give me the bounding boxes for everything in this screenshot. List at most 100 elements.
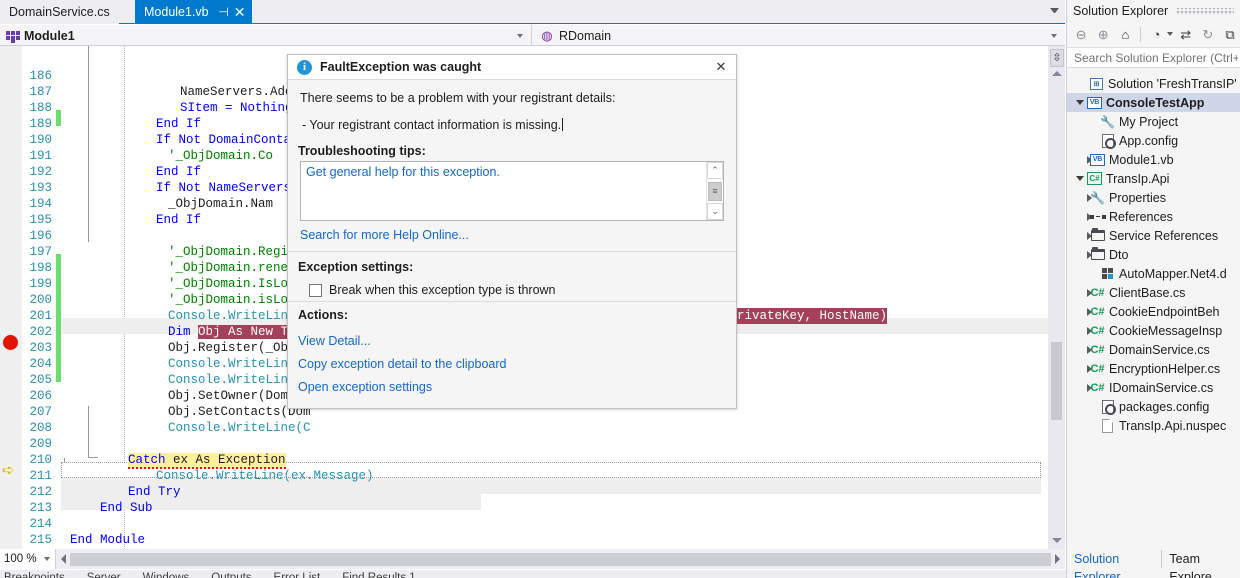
module-icon [6,29,20,43]
tree-item-cookieendpointbehavior-cs[interactable]: C# CookieEndpointBeh [1067,302,1240,321]
status-bar: Breakpoints Server Windows Outputs Error… [0,570,1240,578]
tree-item-domainservice-cs[interactable]: C# DomainService.cs [1067,340,1240,359]
scrollbar-thumb[interactable] [1051,342,1062,420]
sync-views-button[interactable]: ⇄ [1176,24,1196,45]
actions-section: Actions: View Detail... Copy exception d… [288,302,736,404]
chevron-up-icon[interactable]: ⌃ [707,162,723,179]
chevron-down-icon[interactable] [1073,100,1086,105]
tree-item-label: AutoMapper.Net4.d [1119,266,1227,281]
tab-module1-vb[interactable]: Module1.vb ⊣ ✕ [135,0,252,24]
tree-item-transip-api-nuspec[interactable]: TransIp.Api.nuspec [1067,416,1240,435]
tree-item-label: ClientBase.cs [1109,285,1186,300]
tree-item-transip-api[interactable]: C# TransIp.Api [1067,169,1240,188]
tip-link-general-help[interactable]: Get general help for this exception. [306,165,500,179]
tree-item-label: Dto [1109,247,1129,262]
exception-settings-heading: Exception settings: [298,260,414,274]
tree-item-label: App.config [1119,133,1179,148]
tab-solution-explorer[interactable]: Solution Explorer [1067,550,1163,578]
tree-item-packages-config[interactable]: packages.config [1067,397,1240,416]
editor-horizontal-scroll-row[interactable]: 100 % [0,549,1065,569]
tree-item-encryptionhelper-cs[interactable]: C# EncryptionHelper.cs [1067,359,1240,378]
code-line: 214 End Module [0,500,1065,547]
solution-tree[interactable]: ⊞ Solution 'FreshTransIP' (2 p VB Consol… [1067,71,1240,548]
status-item[interactable]: Find Results 1 [342,570,416,578]
info-icon: i [297,59,312,75]
code-line: 209 Catch ex As Exception [0,420,1065,469]
config-file-icon [1099,399,1116,415]
status-item[interactable]: Windows [143,570,190,578]
close-icon[interactable]: ✕ [233,5,247,19]
tree-item-dto[interactable]: Dto [1067,245,1240,264]
csharp-file-icon: C# [1090,362,1105,375]
close-icon[interactable]: ✕ [712,58,730,76]
pin-icon[interactable]: ⊣ [217,6,231,18]
tree-item-module1-vb[interactable]: VB Module1.vb [1067,150,1240,169]
scroll-thumb-grip[interactable]: ≡ [708,181,722,201]
text-caret [562,118,564,131]
tree-item-clientbase-cs[interactable]: C# ClientBase.cs [1067,283,1240,302]
open-exception-settings-link[interactable]: Open exception settings [298,380,724,394]
exception-helper-dialog: i FaultException was caught ✕ There seem… [287,54,737,409]
tree-item-consoletestapp[interactable]: VB ConsoleTestApp [1067,93,1240,112]
sync-with-active-document-button[interactable]: ◔ [1146,24,1166,45]
break-when-thrown-label: Break when this exception type is thrown [329,283,556,297]
horizontal-scrollbar-track[interactable] [70,552,1051,566]
csharp-file-icon: C# [1090,381,1105,394]
chevron-down-icon[interactable] [1051,34,1057,38]
chevron-down-icon[interactable]: ⌄ [707,203,723,220]
tab-team-explorer[interactable]: Team Explore [1162,550,1240,578]
tree-item-properties[interactable]: 🔧 Properties [1067,188,1240,207]
chevron-down-icon[interactable] [1166,32,1173,36]
refresh-button[interactable]: ↻ [1198,24,1218,45]
scroll-right-arrow[interactable] [1055,554,1060,564]
tree-item-automapper[interactable]: AutoMapper.Net4.d [1067,264,1240,283]
chevron-down-icon[interactable] [517,34,523,38]
chevron-down-icon[interactable] [1050,8,1059,17]
dialog-title-bar: i FaultException was caught ✕ [288,55,736,80]
tree-item-app-config[interactable]: App.config [1067,131,1240,150]
solution-explorer-search[interactable] [1067,47,1240,68]
status-item[interactable]: Server [87,570,121,578]
zoom-level-combo[interactable]: 100 % [0,549,56,569]
view-detail-link[interactable]: View Detail... [298,334,724,348]
break-when-thrown-checkbox[interactable] [309,283,322,297]
back-button[interactable]: ⊖ [1071,24,1091,45]
chevron-down-icon[interactable] [44,557,50,561]
home-button[interactable]: ⌂ [1115,24,1135,45]
scroll-left-arrow[interactable] [61,554,66,564]
line-number: 215 [29,533,52,547]
status-item[interactable]: Outputs [211,570,251,578]
split-window-icon[interactable]: ⇳ [1050,49,1064,67]
csharp-file-icon: C# [1090,324,1105,337]
copy-exception-detail-link[interactable]: Copy exception detail to the clipboard [298,357,724,371]
member-selector-combo[interactable]: ◍ RDomain [532,25,1065,46]
tree-item-idomainservice-cs[interactable]: C# IDomainService.cs [1067,378,1240,397]
tab-domainservice-cs[interactable]: DomainService.cs [0,0,119,24]
troubleshooting-tips-box[interactable]: Get general help for this exception. ⌃ ≡… [300,161,724,221]
tips-scrollbar[interactable]: ⌃ ≡ ⌄ [706,162,723,220]
tree-item-solution[interactable]: ⊞ Solution 'FreshTransIP' (2 p [1067,74,1240,93]
scroll-down-arrow[interactable] [1052,538,1062,543]
tree-item-cookiemessageinspector-cs[interactable]: C# CookieMessageInsp [1067,321,1240,340]
editor-vertical-scrollbar[interactable]: ⇳ [1048,46,1065,549]
search-more-help-online-link[interactable]: Search for more Help Online... [288,221,736,251]
csharp-file-icon: C# [1090,343,1105,356]
collapse-all-button[interactable]: ⧉ [1220,24,1240,45]
tree-item-service-references[interactable]: Service References [1067,226,1240,245]
tree-item-references[interactable]: References [1067,207,1240,226]
type-selector-value: Module1 [24,28,75,43]
scroll-up-arrow[interactable] [1052,71,1062,76]
vb-project-icon: VB [1086,96,1103,109]
break-when-thrown-row[interactable]: Break when this exception type is thrown [298,283,724,297]
visual-studio-window: DomainService.cs Module1.vb ⊣ ✕ Module1 … [0,0,1240,578]
chevron-down-icon[interactable] [1073,176,1086,181]
type-selector-combo[interactable]: Module1 [0,25,532,46]
forward-button[interactable]: ⊕ [1093,24,1113,45]
tree-item-my-project[interactable]: 🔧 My Project [1067,112,1240,131]
solution-icon: ⊞ [1088,77,1105,90]
search-input[interactable] [1072,49,1240,66]
status-item[interactable]: Breakpoints [4,570,65,578]
status-item[interactable]: Error List [274,570,321,578]
drag-grip-icon[interactable] [1176,7,1234,15]
code-line: 210 Console.WriteLine(ex.Message) [0,436,1065,483]
